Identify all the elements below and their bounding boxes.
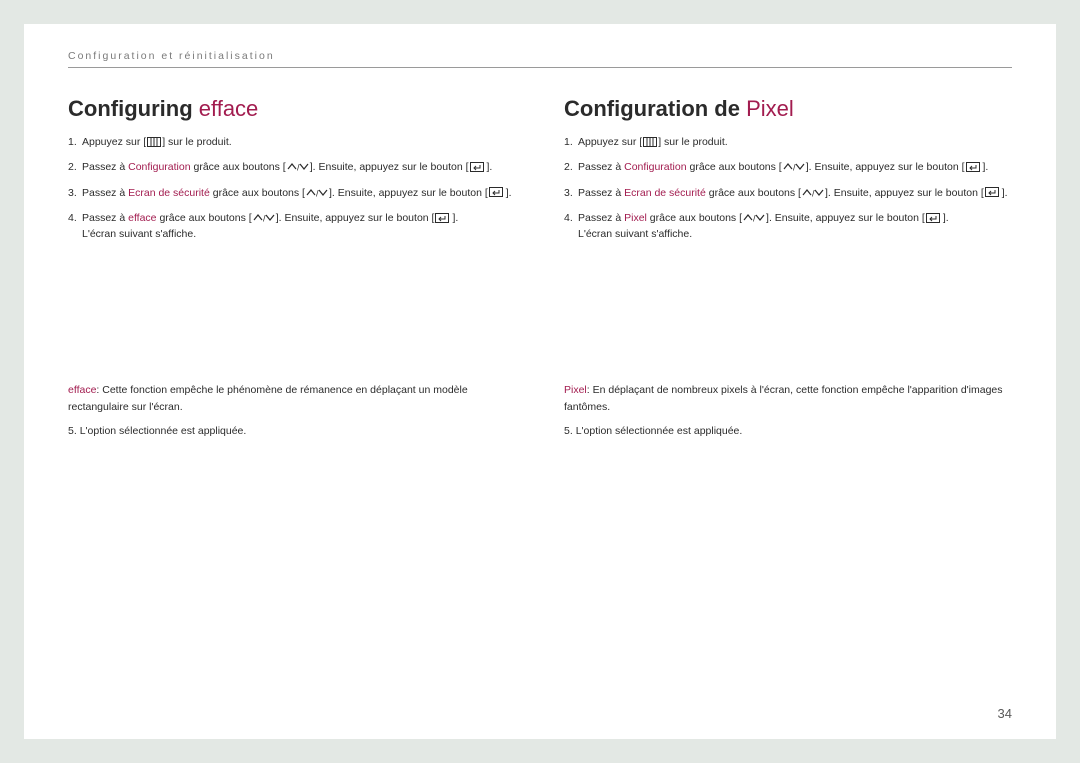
step-accent: Configuration: [128, 161, 190, 173]
step-accent: Pixel: [624, 212, 647, 224]
step-accent: Ecran de sécurité: [128, 187, 210, 199]
desc-accent: Pixel: [564, 384, 587, 396]
enter-icon: [470, 162, 486, 173]
step-num: 5.: [68, 425, 77, 437]
step-num: 2.: [68, 159, 77, 175]
menu-icon: [147, 137, 161, 147]
svg-text:/: /: [316, 188, 319, 198]
left-heading: Configuring efface: [68, 96, 516, 122]
svg-text:/: /: [753, 214, 756, 224]
heading-accent: Pixel: [746, 96, 794, 121]
up-down-icon: /: [253, 213, 275, 223]
step-num: 1.: [68, 134, 77, 150]
enter-icon: [966, 162, 982, 173]
right-steps: 1. Appuyez sur [] sur le produit. 2. Passez…: [564, 134, 1012, 242]
step-text: Passez à Pixel grâce aux boutons [/]. En…: [578, 212, 949, 224]
up-down-icon: /: [306, 188, 328, 198]
heading-accent: efface: [199, 96, 259, 121]
svg-text:/: /: [793, 163, 796, 173]
page-header: Configuration et réinitialisation: [68, 50, 1012, 68]
up-down-icon: /: [783, 162, 805, 172]
heading-main: Configuring: [68, 96, 199, 121]
desc-text: efface: Cette fonction empêche le phénom…: [68, 382, 516, 415]
step-text: Passez à Ecran de sécurité grâce aux bou…: [82, 187, 512, 199]
step-item: 2. Passez à Configuration grâce aux bouto…: [68, 159, 516, 175]
left-description: efface: Cette fonction empêche le phénom…: [68, 382, 516, 439]
document-page: Configuration et réinitialisation Config…: [24, 24, 1056, 739]
step-tail: L'écran suivant s'affiche.: [578, 228, 692, 240]
svg-text:/: /: [297, 163, 300, 173]
step-num: 4.: [68, 210, 77, 226]
step-5: 5. L'option sélectionnée est appliquée.: [564, 423, 1012, 439]
step-accent: Configuration: [624, 161, 686, 173]
step-text: Passez à efface grâce aux boutons [/]. E…: [82, 212, 458, 224]
enter-icon: [985, 187, 1001, 198]
svg-text:/: /: [263, 214, 266, 224]
step-text: Passez à Configuration grâce aux boutons…: [82, 161, 492, 173]
step-item: 3. Passez à Ecran de sécurité grâce aux b…: [564, 185, 1012, 201]
desc-accent: efface: [68, 384, 96, 396]
up-down-icon: /: [743, 213, 765, 223]
step-accent: efface: [128, 212, 156, 224]
step-text: Appuyez sur [] sur le produit.: [578, 136, 728, 148]
left-steps: 1. Appuyez sur [] sur le produit. 2. Passez…: [68, 134, 516, 242]
menu-icon: [643, 137, 657, 147]
step-item: 3. Passez à Ecran de sécurité grâce aux b…: [68, 185, 516, 201]
step-text: Appuyez sur [] sur le produit.: [82, 136, 232, 148]
desc-body: : En déplaçant de nombreux pixels à l'éc…: [564, 384, 1003, 412]
step-item: 4. Passez à efface grâce aux boutons [/].…: [68, 210, 516, 243]
svg-text:/: /: [812, 188, 815, 198]
step-num: 3.: [68, 185, 77, 201]
enter-icon: [435, 213, 451, 224]
step-5: 5. L'option sélectionnée est appliquée.: [68, 423, 516, 439]
step-text: Passez à Ecran de sécurité grâce aux bou…: [578, 187, 1008, 199]
up-down-icon: /: [802, 188, 824, 198]
step-num: 3.: [564, 185, 573, 201]
right-heading: Configuration de Pixel: [564, 96, 1012, 122]
step-accent: Ecran de sécurité: [624, 187, 706, 199]
desc-body: : Cette fonction empêche le phénomène de…: [68, 384, 468, 412]
step-num: 1.: [564, 134, 573, 150]
page-number: 34: [998, 706, 1012, 721]
desc-text: Pixel: En déplaçant de nombreux pixels à…: [564, 382, 1012, 415]
step-num: 2.: [564, 159, 573, 175]
step-text: L'option sélectionnée est appliquée.: [80, 425, 247, 437]
left-column: Configuring efface 1. Appuyez sur [] sur …: [68, 96, 516, 447]
step-text: L'option sélectionnée est appliquée.: [576, 425, 743, 437]
step-item: 4. Passez à Pixel grâce aux boutons [/]. …: [564, 210, 1012, 243]
step-item: 2. Passez à Configuration grâce aux bouto…: [564, 159, 1012, 175]
right-description: Pixel: En déplaçant de nombreux pixels à…: [564, 382, 1012, 439]
step-num: 4.: [564, 210, 573, 226]
heading-main: Configuration de: [564, 96, 746, 121]
up-down-icon: /: [287, 162, 309, 172]
step-item: 1. Appuyez sur [] sur le produit.: [564, 134, 1012, 150]
step-tail: L'écran suivant s'affiche.: [82, 228, 196, 240]
step-num: 5.: [564, 425, 573, 437]
enter-icon: [489, 187, 505, 198]
enter-icon: [926, 213, 942, 224]
right-column: Configuration de Pixel 1. Appuyez sur [] …: [564, 96, 1012, 447]
step-text: Passez à Configuration grâce aux boutons…: [578, 161, 988, 173]
step-item: 1. Appuyez sur [] sur le produit.: [68, 134, 516, 150]
columns: Configuring efface 1. Appuyez sur [] sur …: [68, 96, 1012, 447]
